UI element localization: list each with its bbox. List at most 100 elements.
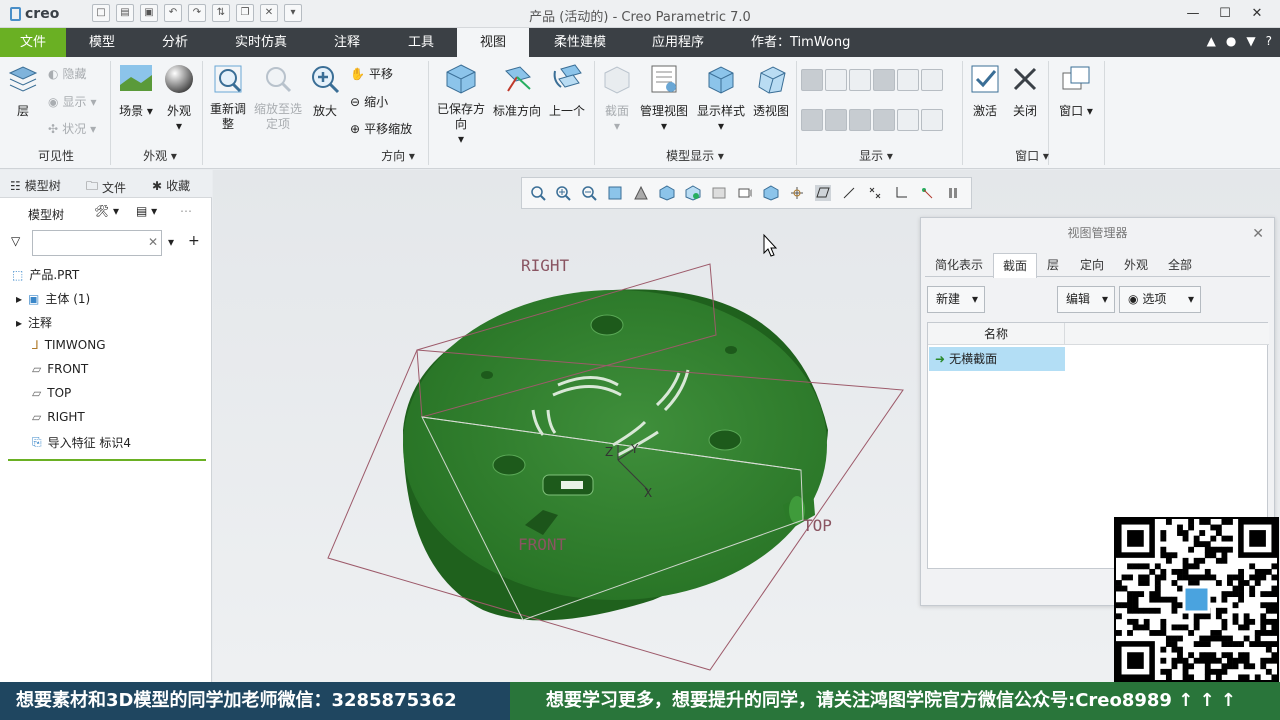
tab-simplified-rep[interactable]: 简化表示 (927, 253, 991, 277)
perspective-button[interactable]: 透视图 (750, 63, 792, 119)
refit-icon[interactable] (530, 185, 546, 201)
tab-applications[interactable]: 应用程序 (643, 28, 713, 57)
point-display-icon[interactable] (849, 69, 871, 91)
scene-button[interactable]: 场景 ▾ (116, 63, 156, 119)
zoom-to-selected-button[interactable]: 缩放至选定项 (252, 63, 304, 132)
section-button[interactable]: 截面 ▾ (600, 63, 634, 133)
point-tag-display-icon[interactable] (849, 109, 871, 131)
undo-icon[interactable]: ↶ (164, 4, 182, 22)
favorites-tab[interactable]: ✱ 收藏 (152, 177, 190, 194)
annotation-display-icon[interactable] (763, 185, 779, 201)
view-manager-icon[interactable] (685, 185, 701, 201)
tree-item-top[interactable]: ▱ TOP (32, 386, 71, 400)
add-filter-icon[interactable]: + (188, 233, 200, 249)
axis-display-icon[interactable] (825, 69, 847, 91)
expand-arrow-icon[interactable]: ▸ (16, 316, 22, 330)
tab-appearance[interactable]: 外观 (1115, 253, 1157, 277)
tree-item-right[interactable]: ▱ RIGHT (32, 410, 85, 424)
tag-display-icon[interactable] (921, 69, 943, 91)
minimize-button[interactable]: — (1178, 4, 1208, 24)
axis-display-icon[interactable] (841, 185, 857, 201)
close-icon[interactable]: ✕ (1252, 226, 1264, 242)
pan-zoom-button[interactable]: ⊕ 平移缩放 (350, 120, 412, 137)
tree-item-import-feature[interactable]: ⎘ 导入特征 标识4 (32, 434, 131, 451)
tab-orient[interactable]: 定向 (1071, 253, 1113, 277)
windows-icon[interactable]: ❐ (236, 4, 254, 22)
learning-icon[interactable]: ▼ (1246, 34, 1255, 48)
clear-filter-icon[interactable]: ✕ (148, 235, 158, 249)
tab-all[interactable]: 全部 (1159, 253, 1201, 277)
folder-browser-tab[interactable]: 🗀 文件 (86, 177, 126, 198)
tab-tools[interactable]: 工具 (392, 28, 450, 57)
plane-tag-display-icon[interactable] (801, 109, 823, 131)
datum-display-filter-icon[interactable] (921, 109, 943, 131)
perspective-icon[interactable] (737, 185, 753, 201)
tab-file[interactable]: 文件 (0, 28, 66, 57)
tree-settings-icon[interactable]: 🛠 ▾ (94, 204, 119, 218)
tab-flexible-modeling[interactable]: 柔性建模 (545, 28, 615, 57)
refit-button[interactable]: 重新调整 (206, 63, 250, 132)
axis-tag-display-icon[interactable] (825, 109, 847, 131)
help-icon[interactable]: ? (1266, 34, 1272, 48)
new-button[interactable]: 新建 ▾ (927, 286, 985, 313)
expand-arrow-icon[interactable]: ▸ (16, 292, 22, 306)
saved-orientations-icon[interactable] (659, 185, 675, 201)
filter-dropdown-icon[interactable]: ▾ (168, 235, 174, 249)
save-icon[interactable]: ▣ (140, 4, 158, 22)
zoom-out-icon[interactable] (581, 185, 597, 201)
zoom-out-button[interactable]: ⊖ 缩小 (350, 93, 388, 110)
section-icon[interactable] (711, 185, 727, 201)
tree-item-body[interactable]: ▸ ▣ 主体 (1) (16, 290, 90, 307)
tree-item-front[interactable]: ▱ FRONT (32, 362, 88, 376)
previous-orientation-button[interactable]: 上一个 (546, 63, 588, 119)
show-button[interactable]: ◉ 显示 ▾ (48, 93, 97, 110)
pause-icon[interactable] (945, 185, 961, 201)
options-button[interactable]: ◉ 选项 ▾ (1119, 286, 1201, 313)
tree-filter-settings-icon[interactable]: ⋯ (180, 204, 192, 218)
tab-analysis[interactable]: 分析 (146, 28, 204, 57)
display-style-button[interactable]: 显示样式 ▾ (694, 63, 748, 133)
tree-item-part[interactable]: ⬚ 产品.PRT (12, 266, 79, 283)
status-button[interactable]: ✣ 状况 ▾ (48, 120, 96, 137)
csys-display-icon[interactable] (893, 185, 909, 201)
tree-search-input[interactable] (32, 230, 162, 256)
csys-display-icon[interactable] (873, 69, 895, 91)
edit-button[interactable]: 编辑 ▾ (1057, 286, 1115, 313)
tab-view[interactable]: 视图 (457, 28, 529, 57)
model-tree-tab[interactable]: ☷ 模型树 (10, 177, 61, 194)
windows-button[interactable]: 窗口 ▾ (1054, 63, 1098, 119)
annotation-display-icon[interactable] (897, 69, 919, 91)
activate-button[interactable]: 激活 (968, 63, 1002, 119)
zoom-in-button[interactable]: 放大 (308, 63, 342, 119)
tree-item-annotations[interactable]: ▸ 注释 (16, 314, 52, 331)
customize-qat-icon[interactable]: ▾ (284, 4, 302, 22)
maximize-button[interactable]: ☐ (1210, 4, 1240, 24)
user-icon[interactable]: ● (1226, 34, 1236, 48)
tab-model[interactable]: 模型 (74, 28, 130, 57)
plane-display-icon[interactable] (801, 69, 823, 91)
close-button[interactable]: ✕ (1242, 4, 1272, 24)
open-file-icon[interactable]: ▤ (116, 4, 134, 22)
appearance-button[interactable]: 外观 ▾ (162, 63, 196, 133)
saved-orientations-button[interactable]: 已保存方向 ▾ (434, 63, 488, 146)
spin-center-toggle-icon[interactable] (919, 185, 935, 201)
layer-button[interactable]: 层 (6, 63, 40, 119)
point-display-icon[interactable] (867, 185, 883, 201)
repaint-icon[interactable] (607, 185, 623, 201)
tab-annotate[interactable]: 注释 (318, 28, 376, 57)
list-item[interactable]: ➜ 无横截面 (929, 347, 1065, 371)
zoom-in-icon[interactable] (555, 185, 571, 201)
close-window-button[interactable]: 关闭 (1008, 63, 1042, 119)
tab-live-simulation[interactable]: 实时仿真 (226, 28, 296, 57)
collapse-ribbon-icon[interactable]: ▲ (1207, 34, 1216, 48)
pan-button[interactable]: ✋ 平移 (350, 65, 393, 82)
tab-sections[interactable]: 截面 (993, 253, 1037, 278)
manage-views-button[interactable]: 管理视图 ▾ (638, 63, 690, 133)
csys-tag-display-icon[interactable] (873, 109, 895, 131)
standard-orientation-button[interactable]: 标准方向 (490, 63, 544, 119)
spin-center-icon[interactable] (789, 185, 805, 201)
tree-show-icon[interactable]: ▤ ▾ (136, 204, 157, 218)
close-window-icon[interactable]: ✕ (260, 4, 278, 22)
new-file-icon[interactable]: □ (92, 4, 110, 22)
spin-center-icon[interactable] (897, 109, 919, 131)
